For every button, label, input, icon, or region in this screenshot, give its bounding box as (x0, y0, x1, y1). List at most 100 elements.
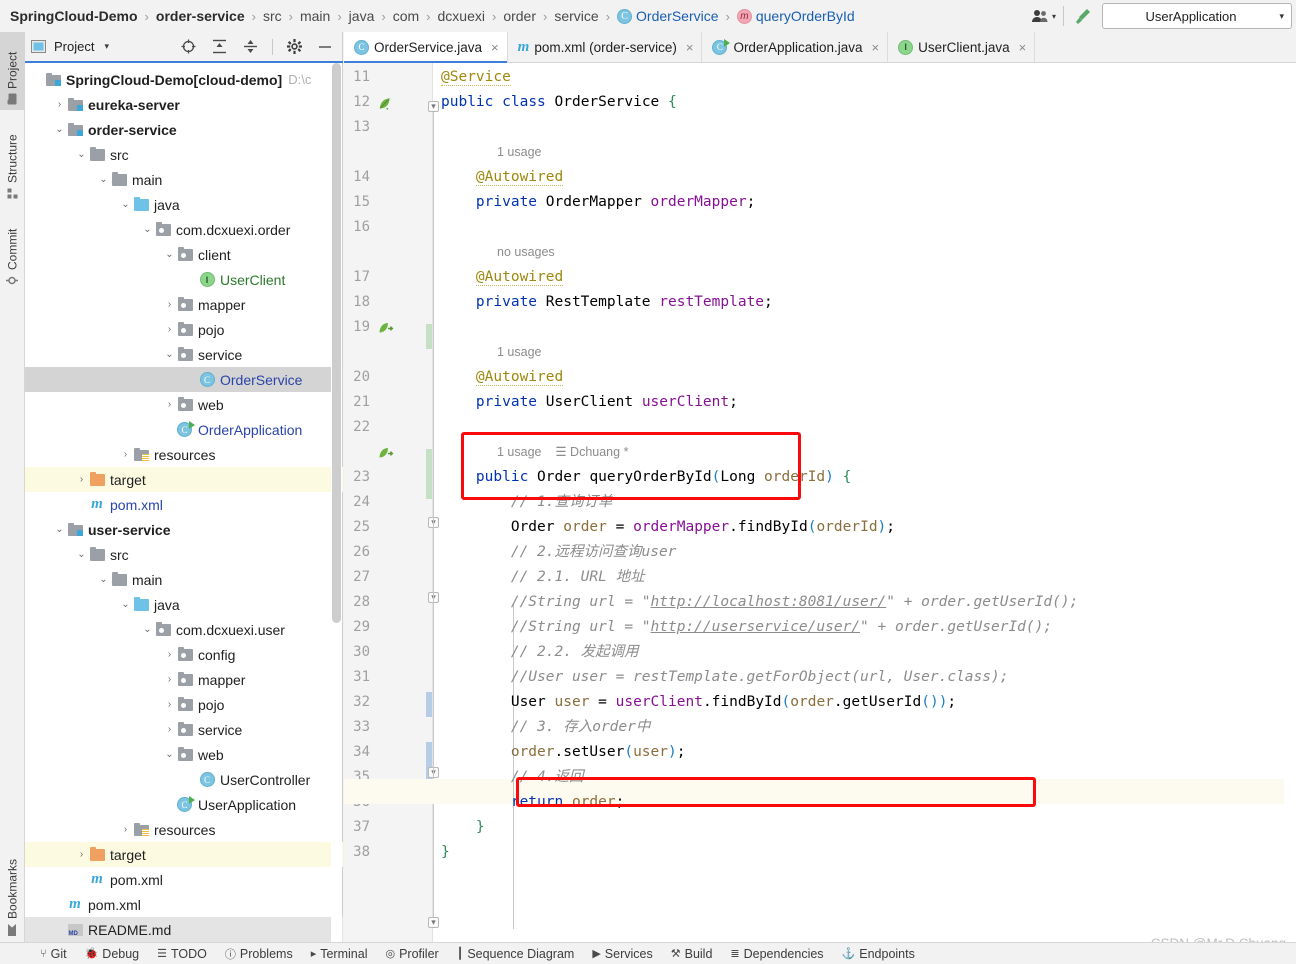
editor-gutter[interactable]: 11 12 13 14 15 16 17 18 19 20 21 22 23 24 25 26 27 28 29 30… (344, 63, 432, 942)
chevron-down-icon[interactable]: ⌄ (141, 224, 154, 235)
tree-node-pom.xml[interactable]: m pom.xml (25, 892, 343, 917)
code-line-32[interactable]: User user = userClient.findById(order.ge… (441, 690, 956, 715)
chevron-down-icon[interactable]: ⌄ (97, 174, 110, 185)
tree-node-web[interactable]: › web (25, 392, 343, 417)
run-configuration-selector[interactable]: UserApplication ▾ (1102, 3, 1292, 29)
code-line-12[interactable]: public class OrderService { (441, 90, 677, 115)
chevron-down-icon[interactable]: ⌄ (53, 124, 66, 135)
line-number[interactable]: 38 (344, 840, 370, 865)
close-icon[interactable]: × (1019, 40, 1027, 55)
sidebar-tab-structure[interactable]: Structure (0, 114, 25, 204)
line-number[interactable]: 32 (344, 690, 370, 715)
tree-node-service[interactable]: ⌄ service (25, 342, 343, 367)
chevron-down-icon[interactable]: ⌄ (53, 524, 66, 535)
tree-node-pom.xml[interactable]: m pom.xml (25, 867, 343, 892)
chevron-down-icon[interactable]: ⌄ (163, 349, 176, 360)
code-lines[interactable]: @Service public class OrderService { 1 usa… (433, 63, 1296, 942)
code-line-38[interactable]: } (441, 840, 450, 865)
tree-node-main[interactable]: ⌄ main (25, 167, 343, 192)
project-tree-scrollbar[interactable] (331, 63, 342, 942)
code-line-14[interactable]: @Autowired (441, 165, 564, 190)
chevron-right-icon[interactable]: › (163, 674, 176, 685)
line-number[interactable]: 24 (344, 490, 370, 515)
line-number[interactable]: 27 (344, 565, 370, 590)
spring-navigate-gutter-icon[interactable] (377, 446, 394, 464)
line-number[interactable]: 16 (344, 215, 370, 240)
code-line-37[interactable]: } (441, 815, 485, 840)
inlay-usage-hint[interactable]: no usages (497, 240, 555, 265)
tree-node-main[interactable]: ⌄ main (25, 567, 343, 592)
line-number[interactable]: 25 (344, 515, 370, 540)
chevron-right-icon[interactable]: › (119, 824, 132, 835)
sidebar-tab-commit[interactable]: Commit (0, 208, 25, 292)
chevron-down-icon[interactable]: ▾ (104, 41, 109, 52)
tree-node-target[interactable]: › target (25, 842, 343, 867)
editor-tab-orderservice-java[interactable]: C OrderService.java × (344, 32, 508, 63)
code-line-30[interactable]: // 2.2. 发起调用 (441, 640, 639, 665)
breadcrumb-item-order[interactable]: order (501, 0, 538, 32)
chevron-down-icon[interactable]: ⌄ (97, 574, 110, 585)
breadcrumb-item-springcloud-demo[interactable]: SpringCloud-Demo (8, 0, 140, 32)
bottom-tab-services[interactable]: ▶ Services (592, 947, 652, 961)
line-number[interactable]: 29 (344, 615, 370, 640)
line-number[interactable]: 15 (344, 190, 370, 215)
code-line-18[interactable]: private RestTemplate restTemplate; (441, 290, 773, 315)
chevron-right-icon[interactable]: › (119, 449, 132, 460)
code-line-34[interactable]: order.setUser(user); (441, 740, 686, 765)
chevron-right-icon[interactable]: › (75, 849, 88, 860)
line-number[interactable]: 14 (344, 165, 370, 190)
inlay-usage-hint[interactable]: 1 usage (497, 340, 541, 365)
tree-node-pom.xml[interactable]: m pom.xml (25, 492, 343, 517)
collapse-all-icon[interactable] (243, 39, 258, 54)
line-number[interactable]: 23 (344, 465, 370, 490)
sidebar-tab-bookmarks[interactable]: Bookmarks (0, 832, 25, 942)
tree-node-mapper[interactable]: › mapper (25, 292, 343, 317)
tree-node-pojo[interactable]: › pojo (25, 692, 343, 717)
line-number[interactable]: 22 (344, 415, 370, 440)
tree-node-orderservice[interactable]: C OrderService (25, 367, 343, 392)
breadcrumb-item-java[interactable]: java (347, 0, 377, 32)
bottom-tab-todo[interactable]: ☰ TODO (157, 947, 207, 961)
chevron-right-icon[interactable]: › (163, 699, 176, 710)
chevron-right-icon[interactable]: › (53, 99, 66, 110)
code-line-33[interactable]: // 3. 存入order中 (441, 715, 651, 740)
tree-node-order-service[interactable]: ⌄ order-service (25, 117, 343, 142)
code-line-28[interactable]: //String url = "http://localhost:8081/us… (441, 590, 1078, 615)
breadcrumb-item-com[interactable]: com (391, 0, 421, 32)
tree-node-java[interactable]: ⌄ java (25, 192, 343, 217)
tree-node-src[interactable]: ⌄ src (25, 142, 343, 167)
code-line-27[interactable]: // 2.1. URL 地址 (441, 565, 645, 590)
code-line-29[interactable]: //String url = "http://userservice/user/… (441, 615, 1052, 640)
code-line-11[interactable]: @Service (441, 65, 511, 90)
chevron-down-icon[interactable]: ⌄ (119, 599, 132, 610)
tree-node-com.dcxuexi.user[interactable]: ⌄ com.dcxuexi.user (25, 617, 343, 642)
bottom-tab-problems[interactable]: ⓘ Problems (225, 946, 293, 962)
breadcrumb-item-queryorderbyid[interactable]: m queryOrderById (735, 0, 857, 32)
code-line-20[interactable]: @Autowired (441, 365, 564, 390)
bottom-tab-profiler[interactable]: ◎ Profiler (385, 947, 438, 961)
tree-node-userapplication[interactable]: C UserApplication (25, 792, 343, 817)
expand-all-icon[interactable] (212, 39, 227, 54)
line-number[interactable]: 20 (344, 365, 370, 390)
close-icon[interactable]: × (491, 40, 499, 55)
tree-node-target[interactable]: › target (25, 467, 343, 492)
tree-node-springcloud-demo[interactable]: SpringCloud-Demo [cloud-demo] D:\c (25, 67, 343, 92)
code-line-15[interactable]: private OrderMapper orderMapper; (441, 190, 755, 215)
close-icon[interactable]: × (872, 40, 880, 55)
line-number[interactable]: 31 (344, 665, 370, 690)
tree-node-readme.md[interactable]: README.md (25, 917, 343, 942)
chevron-right-icon[interactable]: › (163, 324, 176, 335)
line-number[interactable]: 37 (344, 815, 370, 840)
tree-node-user-service[interactable]: ⌄ user-service (25, 517, 343, 542)
inlay-usage-hint[interactable]: 1 usage (497, 140, 541, 165)
tree-node-java[interactable]: ⌄ java (25, 592, 343, 617)
chevron-right-icon[interactable]: › (75, 474, 88, 485)
scrollbar-thumb[interactable] (332, 63, 341, 623)
bottom-tab-build[interactable]: ⚒ Build (671, 947, 713, 961)
breadcrumb-item-dcxuexi[interactable]: dcxuexi (436, 0, 487, 32)
chevron-right-icon[interactable]: › (163, 724, 176, 735)
user-group-icon[interactable]: ▾ (1031, 3, 1057, 29)
editor-tab-pom-xml-order-service-[interactable]: m pom.xml (order-service) × (507, 32, 703, 62)
chevron-right-icon[interactable]: › (163, 299, 176, 310)
line-number[interactable]: 12 (344, 90, 370, 115)
